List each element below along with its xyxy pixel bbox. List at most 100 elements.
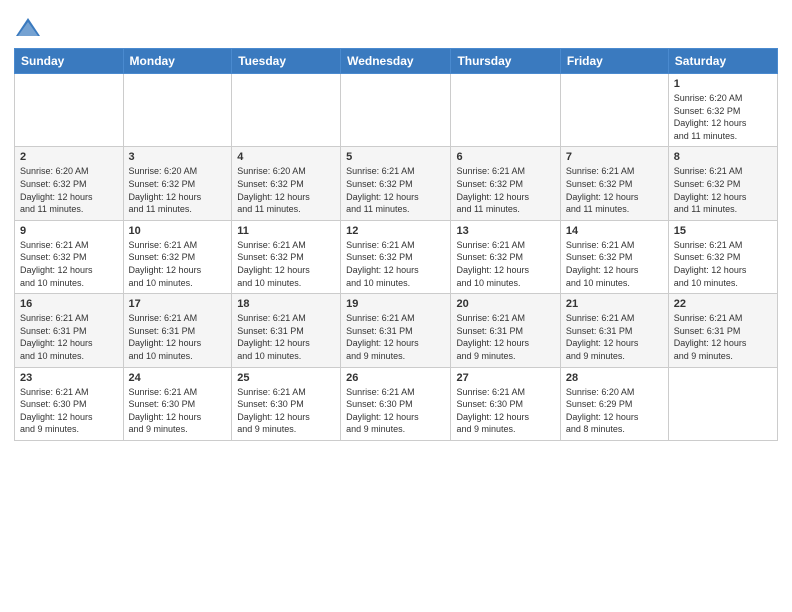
calendar-cell: 26 Sunrise: 6:21 AM Sunset: 6:30 PM Dayli… [341,367,451,440]
day-number: 14 [566,225,663,237]
day-number: 1 [674,78,772,90]
calendar-cell: 9 Sunrise: 6:21 AM Sunset: 6:32 PM Daylig… [15,220,124,293]
logo-icon [14,14,42,42]
calendar-cell: 6 Sunrise: 6:21 AM Sunset: 6:32 PM Daylig… [451,147,560,220]
weekday-header-tuesday: Tuesday [232,49,341,74]
weekday-header-saturday: Saturday [668,49,777,74]
day-info: Sunrise: 6:21 AM Sunset: 6:32 PM Dayligh… [346,165,445,215]
calendar-cell: 1 Sunrise: 6:20 AM Sunset: 6:32 PM Daylig… [668,74,777,147]
day-number: 28 [566,372,663,384]
calendar-cell: 7 Sunrise: 6:21 AM Sunset: 6:32 PM Daylig… [560,147,668,220]
day-number: 11 [237,225,335,237]
calendar-cell: 21 Sunrise: 6:21 AM Sunset: 6:31 PM Dayli… [560,294,668,367]
calendar-cell: 4 Sunrise: 6:20 AM Sunset: 6:32 PM Daylig… [232,147,341,220]
day-number: 17 [129,298,227,310]
page: SundayMondayTuesdayWednesdayThursdayFrid… [0,0,792,455]
day-number: 27 [456,372,554,384]
weekday-header-thursday: Thursday [451,49,560,74]
weekday-header-monday: Monday [123,49,232,74]
calendar-cell [560,74,668,147]
logo [14,14,44,42]
day-info: Sunrise: 6:21 AM Sunset: 6:30 PM Dayligh… [456,386,554,436]
calendar-cell [668,367,777,440]
calendar-cell: 3 Sunrise: 6:20 AM Sunset: 6:32 PM Daylig… [123,147,232,220]
day-number: 16 [20,298,118,310]
day-info: Sunrise: 6:21 AM Sunset: 6:31 PM Dayligh… [456,312,554,362]
day-info: Sunrise: 6:21 AM Sunset: 6:32 PM Dayligh… [129,239,227,289]
calendar-cell: 15 Sunrise: 6:21 AM Sunset: 6:32 PM Dayli… [668,220,777,293]
calendar-cell: 22 Sunrise: 6:21 AM Sunset: 6:31 PM Dayli… [668,294,777,367]
day-number: 2 [20,151,118,163]
calendar-cell: 27 Sunrise: 6:21 AM Sunset: 6:30 PM Dayli… [451,367,560,440]
day-info: Sunrise: 6:21 AM Sunset: 6:31 PM Dayligh… [129,312,227,362]
calendar-cell: 20 Sunrise: 6:21 AM Sunset: 6:31 PM Dayli… [451,294,560,367]
calendar-cell: 12 Sunrise: 6:21 AM Sunset: 6:32 PM Dayli… [341,220,451,293]
day-number: 24 [129,372,227,384]
day-info: Sunrise: 6:21 AM Sunset: 6:31 PM Dayligh… [566,312,663,362]
calendar-cell: 18Sunrise: 6:21 AM Sunset: 6:31 PM Dayli… [232,294,341,367]
calendar-week-row: 2 Sunrise: 6:20 AM Sunset: 6:32 PM Daylig… [15,147,778,220]
calendar-cell [232,74,341,147]
day-number: 15 [674,225,772,237]
calendar-cell: 5Sunrise: 6:21 AM Sunset: 6:32 PM Daylig… [341,147,451,220]
day-number: 3 [129,151,227,163]
calendar-cell: 17 Sunrise: 6:21 AM Sunset: 6:31 PM Dayli… [123,294,232,367]
day-info: Sunrise: 6:20 AM Sunset: 6:32 PM Dayligh… [129,165,227,215]
calendar-cell: 16 Sunrise: 6:21 AM Sunset: 6:31 PM Dayli… [15,294,124,367]
day-info: Sunrise: 6:21 AM Sunset: 6:32 PM Dayligh… [674,165,772,215]
calendar-cell: 2 Sunrise: 6:20 AM Sunset: 6:32 PM Daylig… [15,147,124,220]
day-info: Sunrise: 6:21 AM Sunset: 6:31 PM Dayligh… [237,312,335,362]
day-info: Sunrise: 6:21 AM Sunset: 6:32 PM Dayligh… [674,239,772,289]
day-info: Sunrise: 6:20 AM Sunset: 6:32 PM Dayligh… [674,92,772,142]
day-info: Sunrise: 6:21 AM Sunset: 6:31 PM Dayligh… [346,312,445,362]
day-number: 19 [346,298,445,310]
calendar-week-row: 16 Sunrise: 6:21 AM Sunset: 6:31 PM Dayli… [15,294,778,367]
calendar-cell: 13 Sunrise: 6:21 AM Sunset: 6:32 PM Dayli… [451,220,560,293]
calendar-cell: 11Sunrise: 6:21 AM Sunset: 6:32 PM Dayli… [232,220,341,293]
calendar-week-row: 23Sunrise: 6:21 AM Sunset: 6:30 PM Dayli… [15,367,778,440]
weekday-header-sunday: Sunday [15,49,124,74]
day-number: 26 [346,372,445,384]
day-info: Sunrise: 6:21 AM Sunset: 6:32 PM Dayligh… [346,239,445,289]
day-info: Sunrise: 6:21 AM Sunset: 6:30 PM Dayligh… [346,386,445,436]
day-number: 7 [566,151,663,163]
day-info: Sunrise: 6:21 AM Sunset: 6:32 PM Dayligh… [456,239,554,289]
day-number: 10 [129,225,227,237]
day-info: Sunrise: 6:21 AM Sunset: 6:31 PM Dayligh… [674,312,772,362]
calendar-cell [451,74,560,147]
day-info: Sunrise: 6:20 AM Sunset: 6:32 PM Dayligh… [237,165,335,215]
weekday-header-wednesday: Wednesday [341,49,451,74]
day-info: Sunrise: 6:20 AM Sunset: 6:29 PM Dayligh… [566,386,663,436]
day-number: 22 [674,298,772,310]
calendar-cell: 19 Sunrise: 6:21 AM Sunset: 6:31 PM Dayli… [341,294,451,367]
calendar-cell [15,74,124,147]
calendar-cell [123,74,232,147]
calendar-cell: 14Sunrise: 6:21 AM Sunset: 6:32 PM Dayli… [560,220,668,293]
day-number: 6 [456,151,554,163]
day-info: Sunrise: 6:21 AM Sunset: 6:32 PM Dayligh… [566,165,663,215]
calendar-week-row: 1 Sunrise: 6:20 AM Sunset: 6:32 PM Daylig… [15,74,778,147]
weekday-header-friday: Friday [560,49,668,74]
day-number: 12 [346,225,445,237]
day-number: 4 [237,151,335,163]
day-info: Sunrise: 6:21 AM Sunset: 6:30 PM Dayligh… [20,386,118,436]
day-number: 8 [674,151,772,163]
day-number: 21 [566,298,663,310]
day-number: 9 [20,225,118,237]
day-number: 13 [456,225,554,237]
calendar-cell: 28 Sunrise: 6:20 AM Sunset: 6:29 PM Dayli… [560,367,668,440]
weekday-header-row: SundayMondayTuesdayWednesdayThursdayFrid… [15,49,778,74]
day-number: 20 [456,298,554,310]
calendar-cell: 10 Sunrise: 6:21 AM Sunset: 6:32 PM Dayli… [123,220,232,293]
calendar-table: SundayMondayTuesdayWednesdayThursdayFrid… [14,48,778,441]
calendar-cell: 24 Sunrise: 6:21 AM Sunset: 6:30 PM Dayli… [123,367,232,440]
calendar-cell: 23Sunrise: 6:21 AM Sunset: 6:30 PM Dayli… [15,367,124,440]
header [14,10,778,42]
day-info: Sunrise: 6:21 AM Sunset: 6:32 PM Dayligh… [20,239,118,289]
day-info: Sunrise: 6:21 AM Sunset: 6:31 PM Dayligh… [20,312,118,362]
day-number: 25 [237,372,335,384]
day-info: Sunrise: 6:21 AM Sunset: 6:30 PM Dayligh… [129,386,227,436]
calendar-cell [341,74,451,147]
day-info: Sunrise: 6:21 AM Sunset: 6:32 PM Dayligh… [456,165,554,215]
day-info: Sunrise: 6:20 AM Sunset: 6:32 PM Dayligh… [20,165,118,215]
